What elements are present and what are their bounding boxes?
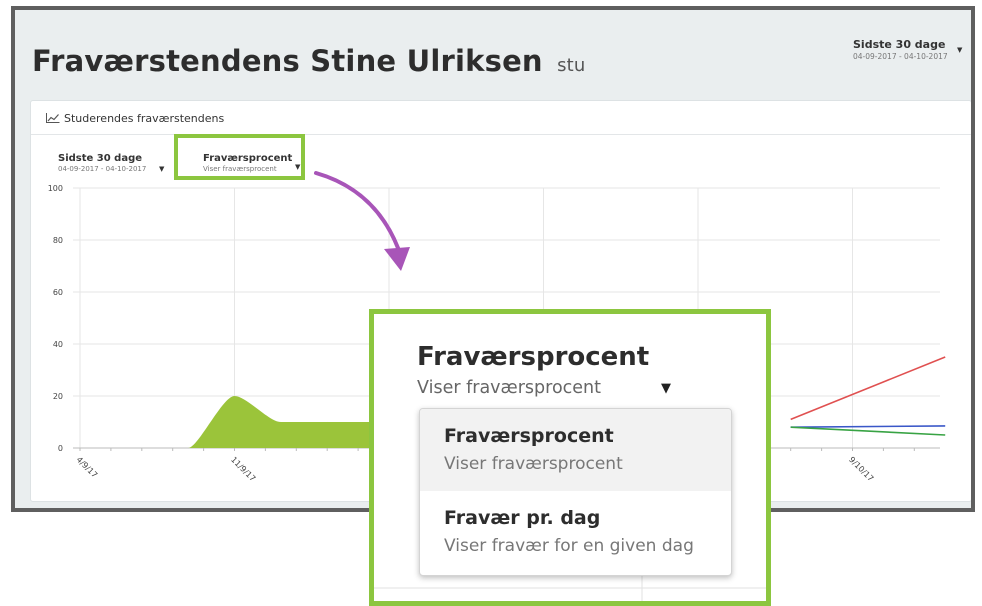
menu-item-subtitle: Viser fravær for en given dag [444,536,694,556]
x-tick-label: 9/10/17 [847,455,875,483]
zoom-metric-label: Fraværsprocent [417,342,650,372]
menu-item-fravaersprocent[interactable]: Fraværsprocent Viser fraværsprocent [420,409,731,491]
metric-dropdown-highlight [174,134,305,180]
y-tick-label: 40 [53,340,63,349]
y-tick-label: 20 [53,392,63,401]
series-line [790,426,946,436]
series-line [790,356,946,421]
y-tick-label: 100 [48,184,63,193]
menu-item-title: Fraværsprocent [444,425,614,447]
metric-dropdown-menu: Fraværsprocent Viser fraværsprocent Frav… [419,408,732,576]
y-tick-label: 0 [58,444,63,453]
chevron-down-icon[interactable]: ▼ [661,381,671,396]
zoom-callout: Fraværsprocent Viser fraværsprocent ▼ Fr… [369,309,771,606]
menu-item-fravaer-pr-dag[interactable]: Fravær pr. dag Viser fravær for en given… [420,491,731,573]
y-tick-label: 80 [53,236,63,245]
series-line [790,425,946,428]
menu-item-title: Fravær pr. dag [444,507,601,529]
menu-item-subtitle: Viser fraværsprocent [444,454,623,474]
zoom-metric-subtitle: Viser fraværsprocent [417,378,601,398]
x-tick-label: 4/9/17 [75,455,100,480]
x-tick-label: 11/9/17 [229,455,257,483]
y-tick-label: 60 [53,288,63,297]
